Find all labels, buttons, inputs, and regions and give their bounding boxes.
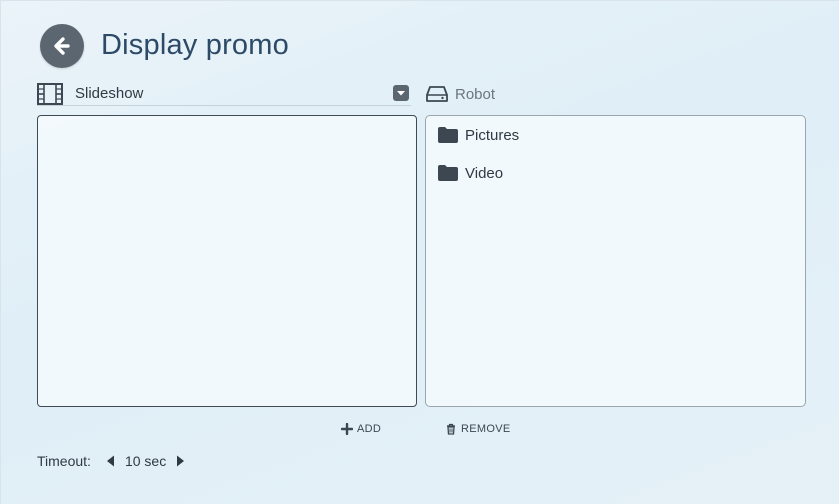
list-item-label: Pictures (465, 126, 520, 144)
hard-drive-icon (426, 86, 448, 102)
timeout-value: 10 sec (124, 453, 167, 469)
add-label: ADD (357, 423, 382, 435)
list-item-video[interactable]: Video (438, 162, 503, 184)
caret-right-icon[interactable] (174, 454, 186, 468)
caret-left-icon[interactable] (105, 454, 117, 468)
remove-button[interactable]: REMOVE (445, 421, 510, 437)
remove-label: REMOVE (461, 423, 511, 435)
slideshow-selector[interactable]: Slideshow (37, 83, 411, 106)
film-icon (37, 83, 63, 105)
robot-label: Robot (455, 86, 496, 103)
caret-down-icon[interactable] (393, 85, 409, 101)
back-button[interactable] (40, 24, 84, 68)
robot-header: Robot (426, 83, 626, 105)
arrow-left-icon (54, 37, 70, 55)
slideshow-list[interactable] (37, 115, 417, 407)
timeout-stepper: Timeout: 10 sec (37, 451, 186, 471)
trash-icon (447, 423, 455, 435)
robot-file-list[interactable]: Pictures Video (425, 115, 806, 407)
plus-icon (341, 423, 353, 435)
timeout-label: Timeout: (37, 453, 91, 469)
list-item-pictures[interactable]: Pictures (438, 124, 519, 146)
slideshow-label: Slideshow (75, 85, 144, 102)
add-button[interactable]: ADD (341, 421, 381, 437)
folder-icon (438, 165, 458, 181)
list-item-label: Video (465, 164, 504, 182)
folder-icon (438, 127, 458, 143)
display-promo-screen: Display promo Slideshow Robot Pictures V… (0, 0, 839, 504)
page-title: Display promo (101, 29, 289, 61)
